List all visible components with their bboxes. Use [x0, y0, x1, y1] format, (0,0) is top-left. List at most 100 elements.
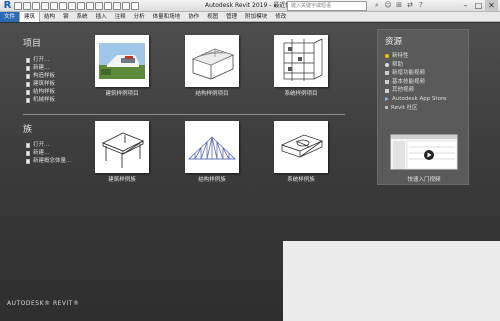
architectural-sample-project-tile[interactable] — [95, 35, 149, 87]
mechanical-template-link[interactable]: 机械样板 — [26, 96, 55, 104]
app-store-icon — [385, 97, 389, 102]
tile-label: 系统样例项目 — [284, 91, 318, 97]
architectural-template-link[interactable]: 建筑样板 — [26, 80, 55, 88]
open-icon[interactable] — [14, 2, 22, 10]
window-controls: – □ ✕ — [459, 0, 498, 11]
document-icon — [26, 57, 30, 63]
community-icon — [385, 106, 388, 110]
resources-panel: 资源 新特性 帮助 新增功能视频 基本技能视频 其他视频 Autodesk Ap… — [377, 29, 469, 185]
table-thumbnail — [95, 121, 149, 173]
architectural-sample-family-tile[interactable] — [95, 121, 149, 173]
document-icon — [26, 97, 30, 103]
tab-file[interactable]: 文件 — [0, 11, 19, 22]
tab-analyze[interactable]: 分析 — [130, 12, 149, 22]
tab-add-ins[interactable]: 附加模块 — [241, 12, 271, 22]
revit-logo-icon[interactable]: R — [2, 0, 13, 11]
systems-model-thumbnail — [274, 35, 328, 87]
document-icon — [26, 142, 30, 148]
tab-architecture[interactable]: 建筑 — [19, 11, 41, 22]
tab-steel[interactable]: 钢 — [59, 12, 73, 22]
measure-icon[interactable] — [68, 2, 76, 10]
search-input[interactable]: 键入关键字或短语 — [287, 1, 367, 11]
equipment-box-thumbnail — [274, 121, 328, 173]
print-icon[interactable] — [59, 2, 67, 10]
families-heading: 族 — [23, 125, 33, 135]
structural-sample-family-tile[interactable] — [185, 121, 239, 173]
new-features-icon — [385, 54, 389, 59]
construction-template-link[interactable]: 构造样板 — [26, 72, 55, 80]
revit-community-link[interactable]: Revit 社区 — [385, 104, 446, 113]
recent-files-page: 项目 打开... 新建... 构造样板 建筑样板 结构样板 机械样板 建筑样例项… — [0, 23, 500, 321]
tile-label: 结构样例项目 — [195, 91, 229, 97]
house-render-thumbnail — [95, 35, 149, 87]
document-icon — [26, 81, 30, 87]
tab-annotate[interactable]: 注释 — [111, 12, 130, 22]
3d-view-icon[interactable] — [95, 2, 103, 10]
app-store-link[interactable]: Autodesk App Store — [385, 95, 446, 104]
tab-insert[interactable]: 插入 — [92, 12, 111, 22]
tab-view[interactable]: 视图 — [203, 12, 222, 22]
new-conceptual-mass-link[interactable]: 新建概念体量... — [26, 157, 71, 165]
tile-label: 建筑样例项目 — [105, 91, 139, 97]
projects-links: 打开... 新建... 构造样板 建筑样板 结构样板 机械样板 — [26, 56, 55, 104]
title-bar: R Autodesk Revit 2019 - 最近使用的文件 键入关键字或短语… — [0, 0, 500, 12]
tab-modify[interactable]: 修改 — [271, 12, 290, 22]
tab-manage[interactable]: 管理 — [222, 12, 241, 22]
whats-new-link[interactable]: 新特性 — [385, 52, 446, 61]
family-open-link[interactable]: 打开... — [26, 141, 71, 149]
systems-sample-family-tile[interactable] — [274, 121, 328, 173]
video-icon — [385, 88, 389, 93]
sync-icon[interactable] — [32, 2, 40, 10]
document-icon — [26, 158, 30, 164]
video-icon — [385, 71, 389, 76]
families-links: 打开... 新建... 新建概念体量... — [26, 141, 71, 165]
save-icon[interactable] — [23, 2, 31, 10]
resources-links: 新特性 帮助 新增功能视频 基本技能视频 其他视频 Autodesk App S… — [385, 52, 446, 112]
dimension-icon[interactable] — [77, 2, 85, 10]
redo-icon[interactable] — [50, 2, 58, 10]
text-icon[interactable] — [86, 2, 94, 10]
minimize-icon[interactable]: – — [459, 0, 472, 11]
close-hidden-icon[interactable] — [122, 2, 130, 10]
document-icon — [26, 89, 30, 95]
help-icon[interactable]: ? — [417, 1, 425, 10]
switch-windows-icon[interactable] — [131, 2, 139, 10]
project-open-link[interactable]: 打开... — [26, 56, 55, 64]
tile-label: 结构样例族 — [198, 177, 226, 183]
structure-frame-thumbnail — [185, 35, 239, 87]
other-videos-link[interactable]: 其他视频 — [385, 86, 446, 95]
blank-corner-area — [283, 241, 500, 321]
tile-label: 建筑样例族 — [108, 177, 136, 183]
exchange-icon[interactable]: ⇄ — [406, 1, 414, 10]
essential-skills-video-link[interactable]: 基本技能视频 — [385, 78, 446, 87]
project-new-link[interactable]: 新建... — [26, 64, 55, 72]
document-icon — [26, 150, 30, 156]
tab-collaborate[interactable]: 协作 — [184, 12, 203, 22]
maximize-icon[interactable]: □ — [472, 0, 485, 11]
thin-lines-icon[interactable] — [113, 2, 121, 10]
structural-template-link[interactable]: 结构样板 — [26, 88, 55, 96]
document-icon — [26, 65, 30, 71]
tab-massing-site[interactable]: 体量和场地 — [149, 12, 185, 22]
undo-icon[interactable] — [41, 2, 49, 10]
structural-sample-project-tile[interactable] — [185, 35, 239, 87]
binoculars-icon[interactable]: ⌕ — [373, 1, 381, 10]
family-new-link[interactable]: 新建... — [26, 149, 71, 157]
tab-structure[interactable]: 结构 — [40, 12, 59, 22]
new-features-video-link[interactable]: 新增功能视频 — [385, 69, 446, 78]
truss-thumbnail — [185, 121, 239, 173]
section-divider — [23, 114, 345, 115]
user-icon[interactable]: ☺ — [384, 1, 392, 10]
cart-icon[interactable]: ⊞ — [395, 1, 403, 10]
getting-started-video-label: 快速入门视频 — [407, 177, 441, 183]
autodesk-revit-brand: AUTODESK® REVIT® — [7, 300, 80, 307]
title-icons: ⌕ ☺ ⊞ ⇄ ? — [373, 1, 425, 10]
help-icon — [385, 62, 389, 67]
document-icon — [26, 73, 30, 79]
section-icon[interactable] — [104, 2, 112, 10]
help-link[interactable]: 帮助 — [385, 61, 446, 70]
close-icon[interactable]: ✕ — [485, 0, 498, 11]
tab-systems[interactable]: 系统 — [73, 12, 92, 22]
systems-sample-project-tile[interactable] — [274, 35, 328, 87]
getting-started-video-thumbnail[interactable] — [390, 134, 458, 170]
